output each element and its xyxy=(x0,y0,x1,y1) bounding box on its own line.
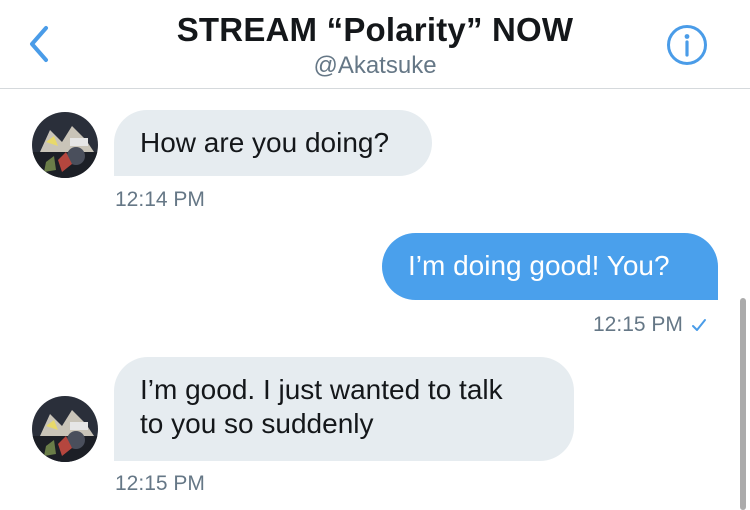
conversation-handle: @Akatsuke xyxy=(313,52,437,79)
sender-avatar[interactable] xyxy=(32,396,98,462)
message-text-line: to you so suddenly xyxy=(140,408,374,439)
message-bubble-incoming[interactable]: How are you doing? xyxy=(114,110,432,176)
message-text: How are you doing? xyxy=(140,127,390,158)
message-text: I’m doing good! You? xyxy=(408,250,670,281)
message-timestamp-row: 12:15 PM xyxy=(593,313,707,337)
message-timestamp: 12:15 PM xyxy=(593,313,683,336)
scrollbar[interactable] xyxy=(740,298,746,510)
avatar-image xyxy=(32,396,98,462)
sender-avatar[interactable] xyxy=(32,112,98,178)
avatar-image xyxy=(32,112,98,178)
info-circle-icon xyxy=(667,25,707,65)
message-timestamp: 12:15 PM xyxy=(115,472,205,495)
message-timestamp: 12:14 PM xyxy=(115,188,205,211)
message-bubble-outgoing[interactable]: I’m doing good! You? xyxy=(382,233,718,300)
checkmark-icon xyxy=(691,319,706,331)
message-text-line: I’m good. I just wanted to talk xyxy=(140,374,503,405)
conversation-header: STREAM “Polarity” NOW @Akatsuke xyxy=(0,0,750,89)
conversation-title: STREAM “Polarity” NOW xyxy=(176,11,574,48)
message-bubble-incoming[interactable]: I’m good. I just wanted to talk to you s… xyxy=(114,357,574,461)
info-button[interactable] xyxy=(666,24,708,66)
dm-conversation-screen: STREAM “Polarity” NOW @Akatsuke How are … xyxy=(0,0,750,510)
